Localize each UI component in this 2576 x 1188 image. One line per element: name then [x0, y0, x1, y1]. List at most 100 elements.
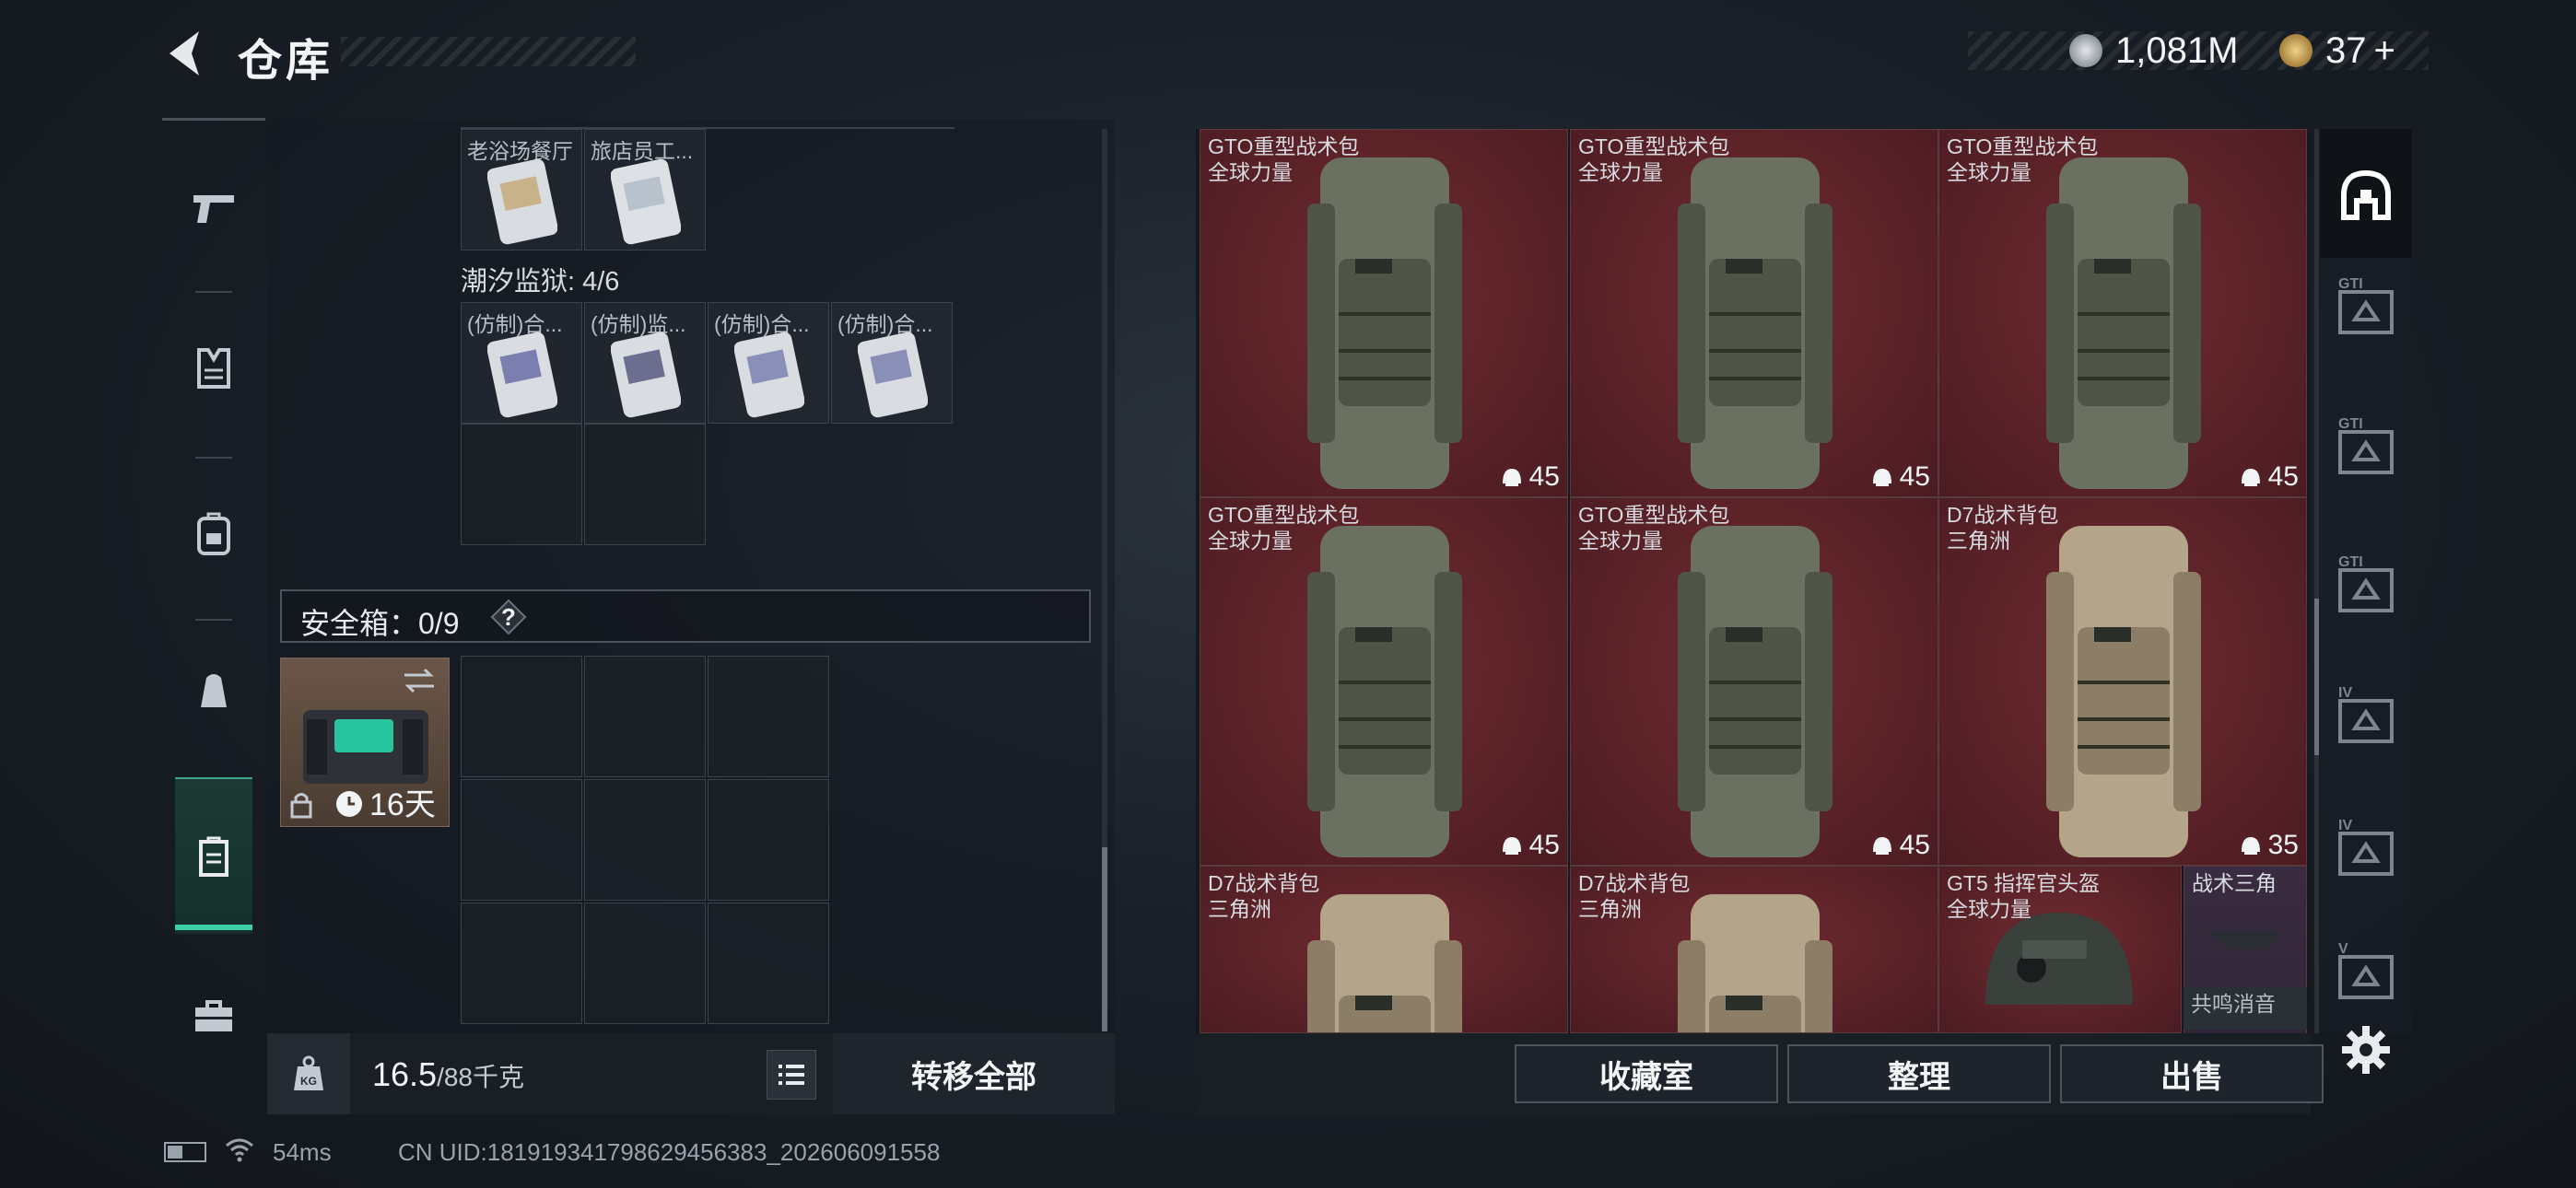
list-view-button[interactable]	[767, 1050, 816, 1100]
weight-icon-box: KG	[267, 1033, 350, 1114]
rail-item-category[interactable]: IV	[2329, 678, 2403, 751]
item-source: 全球力量	[1947, 160, 2032, 184]
storage-item[interactable]: 共鸣消音	[2184, 987, 2307, 1030]
category-icon: IV	[2338, 685, 2394, 743]
safebox-days: 16天	[369, 787, 436, 822]
rail-item-category[interactable]: GTI	[2329, 409, 2403, 483]
safe-slot[interactable]	[461, 779, 582, 901]
kg-weight-icon: KG	[294, 1055, 323, 1090]
item-title: D7战术背包	[1578, 871, 1691, 895]
armor-vest-icon	[197, 348, 230, 389]
nav-item-toolbox[interactable]	[175, 978, 252, 1055]
safe-slot[interactable]	[584, 903, 706, 1024]
item-durability: 45	[1500, 830, 1560, 861]
storage-item[interactable]: GTO重型战术包 全球力量 45	[1200, 129, 1568, 497]
wifi-icon	[226, 1138, 253, 1162]
storage-item[interactable]: D7战术背包 三角洲	[1570, 866, 1938, 1033]
weight-current: 16.5	[372, 1055, 438, 1093]
nav-item-safebox[interactable]	[175, 818, 252, 895]
token-amount: 37	[2325, 29, 2367, 71]
item-name: D7战术背包 三角洲	[1578, 870, 1690, 922]
help-icon[interactable]: ?	[490, 599, 527, 635]
helmet-durability-icon	[1502, 469, 1521, 486]
item-durability: 45	[1500, 461, 1560, 493]
rail-scroll-thumb[interactable]	[2314, 599, 2319, 755]
storage-item[interactable]: GTO重型战术包 全球力量 45	[1200, 497, 1568, 866]
backpack-icon	[1678, 157, 1832, 489]
storage-item[interactable]: D7战术背包 三角洲 35	[1938, 497, 2307, 866]
item-count: 45	[1899, 461, 1930, 492]
transfer-all-button[interactable]: 转移全部	[833, 1033, 1115, 1114]
safe-slot[interactable]	[708, 779, 829, 901]
safe-box-label: 安全箱：0/9	[300, 607, 460, 640]
inventory-slot[interactable]: 旅店员工...	[584, 129, 706, 250]
nav-item-backpack[interactable]	[175, 495, 252, 573]
safe-slot[interactable]	[461, 903, 582, 1024]
safe-slot[interactable]	[461, 656, 582, 777]
item-name: GT5 指挥官头盔 全球力量	[1947, 870, 2100, 922]
category-icon: GTI	[2338, 276, 2394, 334]
nav-item-pouch[interactable]	[175, 652, 252, 729]
collection-room-button[interactable]: 收藏室	[1515, 1044, 1778, 1103]
item-source: 三角洲	[1578, 897, 1642, 921]
rail-item-category[interactable]: GTI	[2329, 269, 2403, 343]
pistol-icon	[193, 195, 234, 223]
item-count: 45	[1899, 830, 1930, 860]
svg-text:?: ?	[501, 603, 516, 631]
rail-item-category[interactable]: IV	[2329, 810, 2403, 884]
back-icon[interactable]	[162, 28, 208, 79]
backpack-icon	[1307, 157, 1462, 489]
item-title: D7战术背包	[1947, 503, 2059, 527]
keycard-icon	[611, 332, 681, 418]
storage-item[interactable]: GTO重型战术包 全球力量 45	[1570, 497, 1938, 866]
gear-icon[interactable]	[2340, 1024, 2392, 1076]
inventory-slot[interactable]: 老浴场餐厅	[461, 129, 582, 250]
sort-button[interactable]: 整理	[1787, 1044, 2051, 1103]
swap-icon[interactable]	[401, 666, 438, 695]
category-icon: V	[2338, 941, 2394, 999]
svg-text:GTI: GTI	[2338, 554, 2363, 570]
inventory-slot[interactable]: (仿制)合...	[461, 302, 582, 424]
clock-icon	[336, 791, 362, 817]
safe-slot[interactable]	[708, 903, 829, 1024]
inventory-slot-empty[interactable]	[461, 424, 582, 545]
inventory-slot-empty[interactable]	[584, 424, 706, 545]
storage-item[interactable]: D7战术背包 三角洲	[1200, 866, 1568, 1033]
item-source: 全球力量	[1208, 160, 1293, 184]
inventory-slot[interactable]: (仿制)合...	[708, 302, 829, 424]
coin-icon	[2069, 34, 2102, 67]
keycard-icon	[858, 332, 928, 418]
nav-item-armor[interactable]	[175, 330, 252, 407]
safe-slot[interactable]	[584, 779, 706, 901]
item-source: 全球力量	[1947, 897, 2032, 921]
safe-slot[interactable]	[708, 656, 829, 777]
inventory-slot[interactable]: (仿制)合...	[831, 302, 953, 424]
item-title: D7战术背包	[1208, 871, 1320, 895]
item-name: D7战术背包 三角洲	[1947, 502, 2058, 553]
rail-item-category[interactable]: V	[2329, 934, 2403, 1007]
svg-text:KG: KG	[300, 1075, 317, 1088]
rail-scrollbar[interactable]	[2314, 129, 2319, 1033]
page-title: 仓库	[238, 37, 334, 86]
backpack-icon	[1307, 894, 1462, 1032]
token-balance[interactable]: 37 +	[2279, 29, 2395, 72]
toolbox-icon	[195, 1000, 232, 1031]
backpack-icon	[1307, 526, 1462, 857]
coin-balance[interactable]: 1,081M	[2069, 30, 2238, 71]
item-source: 三角洲	[1947, 529, 2010, 553]
item-title: GTO重型战术包	[1208, 503, 1360, 527]
rail-item-all[interactable]	[2329, 158, 2403, 232]
inventory-slot[interactable]: (仿制)监...	[584, 302, 706, 424]
sell-button[interactable]: 出售	[2060, 1044, 2324, 1103]
keycard-icon	[611, 158, 681, 245]
nav-item-weapons[interactable]	[175, 169, 252, 247]
storage-item[interactable]: GTO重型战术包 全球力量 45	[1570, 129, 1938, 497]
item-name: GTO重型战术包 全球力量	[1947, 134, 2098, 185]
left-scroll-thumb[interactable]	[1102, 847, 1107, 1031]
storage-item[interactable]: GT5 指挥官头盔 全球力量	[1938, 866, 2182, 1033]
safe-slot[interactable]	[584, 656, 706, 777]
rail-item-category[interactable]: GTI	[2329, 547, 2403, 621]
storage-item[interactable]: GTO重型战术包 全球力量 45	[1938, 129, 2307, 497]
token-add-button[interactable]: +	[2374, 30, 2395, 72]
safebox-item[interactable]: 16天	[280, 658, 450, 827]
